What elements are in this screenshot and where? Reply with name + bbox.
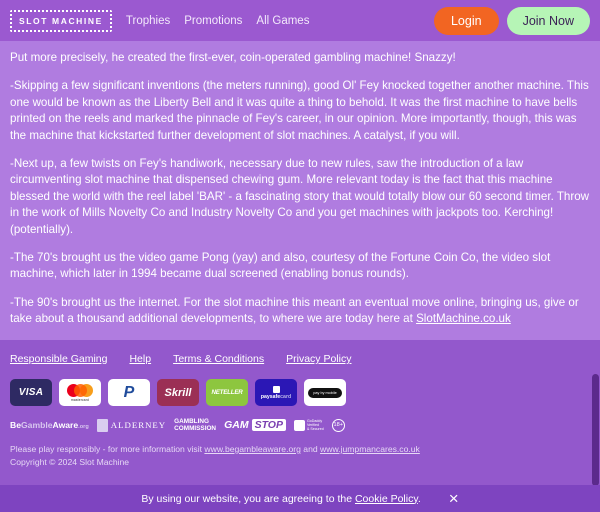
paragraph-3: -Next up, a few twists on Fey's handiwor…: [10, 157, 590, 236]
paysafecard-icon: paysafecard: [255, 379, 297, 406]
nav-item-trophies[interactable]: Trophies: [126, 15, 170, 27]
gambling-commission-line-1: GAMBLING: [174, 418, 209, 425]
disclaimer-text-middle: and: [300, 444, 321, 454]
gambling-commission-badge[interactable]: GAMBLING COMMISSION: [174, 418, 216, 432]
paypal-label: P: [123, 383, 135, 401]
payment-methods: VISA mastercard P Skrill NETELLER paysaf…: [10, 379, 590, 406]
gamstop-gam-label: GAM: [224, 419, 249, 431]
vertical-scrollbar[interactable]: [592, 374, 599, 486]
paragraph-5: -The 90's brought us the internet. For t…: [10, 295, 590, 328]
disclaimer-text-before: Please play responsibly - for more infor…: [10, 444, 205, 454]
cookie-consent-banner: By using our website, you are agreeing t…: [0, 485, 600, 512]
login-button[interactable]: Login: [433, 6, 499, 35]
pay-by-mobile-label: pay by mobile: [308, 387, 342, 398]
cookie-text-after: .: [417, 492, 421, 505]
begambleaware-link[interactable]: www.begambleaware.org: [204, 444, 301, 454]
paysafecard-light: card: [280, 393, 292, 400]
godaddy-line-3: & Secured: [306, 427, 324, 431]
visa-icon: VISA: [10, 379, 52, 406]
alderney-label: ALDERNEY: [110, 420, 167, 430]
paypal-icon: P: [108, 379, 150, 406]
bga-be: Be: [10, 420, 21, 430]
join-now-button[interactable]: Join Now: [506, 6, 590, 35]
bga-aware: Aware: [52, 420, 79, 430]
gamstop-stop-label: STOP: [251, 419, 286, 431]
visa-label: VISA: [18, 387, 44, 398]
bga-org: .org: [78, 424, 89, 430]
nav-item-promotions[interactable]: Promotions: [184, 15, 242, 27]
slotmachine-link[interactable]: SlotMachine.co.uk: [416, 312, 511, 325]
pay-by-mobile-icon: pay by mobile: [304, 379, 346, 406]
site-logo[interactable]: SLOT MACHINE: [10, 9, 112, 32]
cookie-policy-link[interactable]: Cookie Policy: [355, 493, 418, 505]
paragraph-2: -Skipping a few significant inventions (…: [10, 79, 589, 142]
gamstop-badge[interactable]: GAM STOP: [224, 419, 286, 431]
footer-link-terms-conditions[interactable]: Terms & Conditions: [173, 353, 264, 365]
cookie-text-before: By using our website, you are agreeing t…: [141, 492, 355, 505]
footer-link-help[interactable]: Help: [129, 353, 151, 365]
jumpmancares-link[interactable]: www.jumpmancares.co.uk: [320, 444, 420, 454]
article-content: Put more precisely, he created the first…: [0, 41, 600, 340]
gambling-commission-line-2: COMMISSION: [174, 425, 217, 432]
neteller-icon: NETELLER: [206, 379, 248, 406]
mastercard-circles: [67, 383, 93, 397]
responsible-play-disclaimer: Please play responsibly - for more infor…: [10, 443, 590, 455]
main-navigation: Trophies Promotions All Games: [126, 15, 310, 27]
close-icon[interactable]: ×: [449, 490, 459, 507]
bga-gamble: Gamble: [21, 420, 53, 430]
godaddy-label: GoDaddy Verified & Secured: [307, 419, 324, 431]
neteller-label: NETELLER: [211, 389, 243, 396]
paragraph-4: -The 70's brought us the video game Pong…: [10, 251, 551, 281]
copyright-text: Copyright © 2024 Slot Machine: [10, 457, 130, 467]
skrill-label: Skrill: [164, 386, 192, 399]
footer-link-list: Responsible Gaming Help Terms & Conditio…: [10, 353, 590, 365]
logo-text: SLOT MACHINE: [19, 15, 103, 26]
header-actions: Login Join Now: [433, 6, 590, 35]
begambleaware-badge[interactable]: BeGambleAware.org: [10, 420, 89, 430]
lock-icon: [272, 385, 280, 393]
skrill-icon: Skrill: [157, 379, 199, 406]
cookie-consent-text: By using our website, you are agreeing t…: [141, 493, 420, 505]
alderney-crest-icon: [96, 418, 108, 432]
paysafecard-label: paysafecard: [261, 394, 291, 400]
mastercard-icon: mastercard: [59, 379, 101, 406]
footer-link-privacy-policy[interactable]: Privacy Policy: [286, 353, 351, 365]
age-restriction-badge: 18+: [331, 418, 345, 432]
footer-link-responsible-gaming[interactable]: Responsible Gaming: [10, 353, 107, 365]
paysafecard-bold: paysafe: [260, 393, 281, 400]
site-header: SLOT MACHINE Trophies Promotions All Gam…: [0, 0, 600, 41]
alderney-badge[interactable]: ALDERNEY: [96, 418, 167, 432]
mastercard-label: mastercard: [71, 397, 89, 402]
regulatory-badges: BeGambleAware.org ALDERNEY GAMBLING COMM…: [10, 418, 590, 432]
paragraph-1: Put more precisely, he created the first…: [10, 51, 456, 64]
godaddy-verified-badge[interactable]: GoDaddy Verified & Secured: [293, 419, 324, 431]
nav-item-all-games[interactable]: All Games: [256, 15, 309, 27]
godaddy-shield-icon: [293, 419, 305, 431]
